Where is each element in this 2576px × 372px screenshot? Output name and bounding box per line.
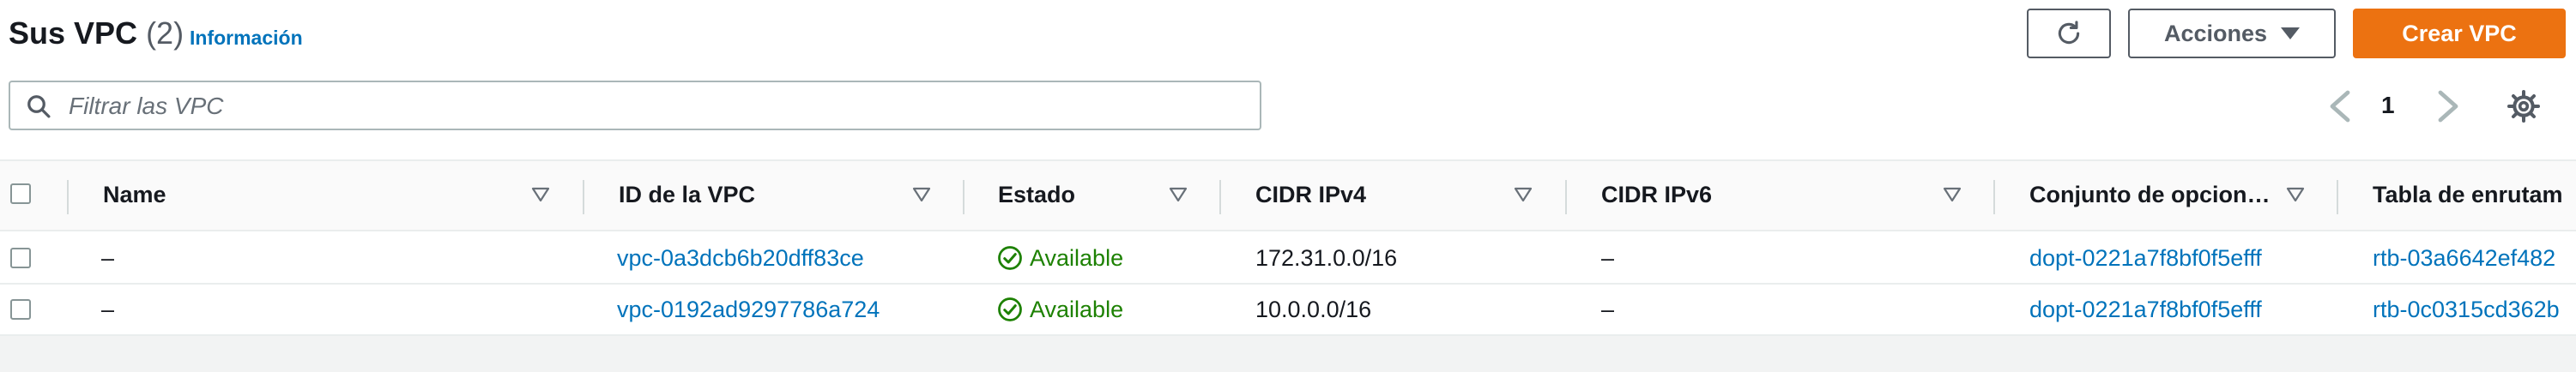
create-vpc-label: Crear VPC: [2402, 20, 2517, 46]
cell-name: –: [101, 245, 115, 271]
column-divider[interactable]: [2337, 180, 2338, 214]
caret-down-icon: [2281, 27, 2301, 39]
refresh-button[interactable]: [2027, 9, 2111, 58]
cell-cidr-ipv4: 10.0.0.0/16: [1255, 297, 1372, 322]
vpc-list-panel: Sus VPC (2) Información Acciones Crear V…: [0, 0, 2576, 336]
sort-icon[interactable]: [1943, 187, 1962, 202]
cell-cidr-ipv6: –: [1601, 297, 1615, 322]
cell-route-table-link[interactable]: rtb-03a6642ef482: [2373, 245, 2555, 272]
cell-dhcp-options-link[interactable]: dopt-0221a7f8bf0f5efff: [2029, 297, 2262, 323]
column-header-status[interactable]: Estado: [998, 182, 1075, 208]
column-header-vpc-id[interactable]: ID de la VPC: [619, 182, 755, 208]
row-checkbox[interactable]: [10, 299, 31, 320]
actions-label: Acciones: [2163, 20, 2268, 46]
column-divider[interactable]: [67, 180, 69, 214]
column-divider[interactable]: [1219, 180, 1221, 214]
chevron-right-icon[interactable]: [2435, 89, 2461, 123]
cell-name: –: [101, 297, 115, 322]
column-header-name[interactable]: Name: [103, 182, 166, 208]
info-link[interactable]: Información: [190, 27, 303, 50]
column-divider[interactable]: [1565, 180, 1567, 214]
sort-icon[interactable]: [912, 187, 931, 202]
select-all-checkbox[interactable]: [10, 183, 31, 204]
column-header-dhcp-options[interactable]: Conjunto de opcion…: [2029, 182, 2270, 208]
gear-icon[interactable]: [2506, 89, 2541, 123]
refresh-icon: [2058, 21, 2080, 45]
cell-cidr-ipv4: 172.31.0.0/16: [1255, 245, 1398, 271]
table-row[interactable]: – vpc-0a3dcb6b20dff83ce Available 172.31…: [0, 233, 2576, 285]
search-input[interactable]: [67, 89, 1246, 123]
cell-cidr-ipv6: –: [1601, 245, 1615, 271]
column-header-cidr-ipv6[interactable]: CIDR IPv6: [1601, 182, 1712, 208]
column-header-cidr-ipv4[interactable]: CIDR IPv4: [1255, 182, 1366, 208]
search-field: [9, 81, 1261, 130]
status-ok-icon: [998, 246, 1022, 270]
page-title: Sus VPC (2): [9, 15, 184, 51]
cell-vpc-id-link[interactable]: vpc-0a3dcb6b20dff83ce: [617, 245, 864, 272]
title-text: Sus VPC: [9, 15, 138, 51]
sort-icon[interactable]: [1514, 187, 1533, 202]
vpc-count: (2): [146, 15, 184, 51]
row-checkbox[interactable]: [10, 248, 31, 268]
status-ok-icon: [998, 297, 1022, 321]
sort-icon[interactable]: [2286, 187, 2305, 202]
column-divider[interactable]: [1993, 180, 1995, 214]
sort-icon[interactable]: [531, 187, 550, 202]
search-icon: [27, 95, 51, 118]
actions-dropdown-button[interactable]: Acciones: [2128, 9, 2336, 58]
page-number[interactable]: 1: [2381, 92, 2395, 119]
table-header: Name ID de la VPC Estado CIDR IPv4 CIDR …: [0, 159, 2576, 231]
cell-status: Available: [1030, 245, 1124, 271]
column-header-route-table[interactable]: Tabla de enrutam: [2373, 182, 2563, 208]
column-divider[interactable]: [583, 180, 584, 214]
cell-route-table-link[interactable]: rtb-0c0315cd362b: [2373, 297, 2560, 323]
cell-vpc-id-link[interactable]: vpc-0192ad9297786a724: [617, 297, 880, 323]
create-vpc-button[interactable]: Crear VPC: [2353, 9, 2566, 58]
column-divider[interactable]: [963, 180, 964, 214]
table-row[interactable]: – vpc-0192ad9297786a724 Available 10.0.0…: [0, 285, 2576, 336]
sort-icon[interactable]: [1169, 187, 1188, 202]
cell-dhcp-options-link[interactable]: dopt-0221a7f8bf0f5efff: [2029, 245, 2262, 272]
cell-status: Available: [1030, 297, 1124, 322]
chevron-left-icon[interactable]: [2327, 89, 2353, 123]
